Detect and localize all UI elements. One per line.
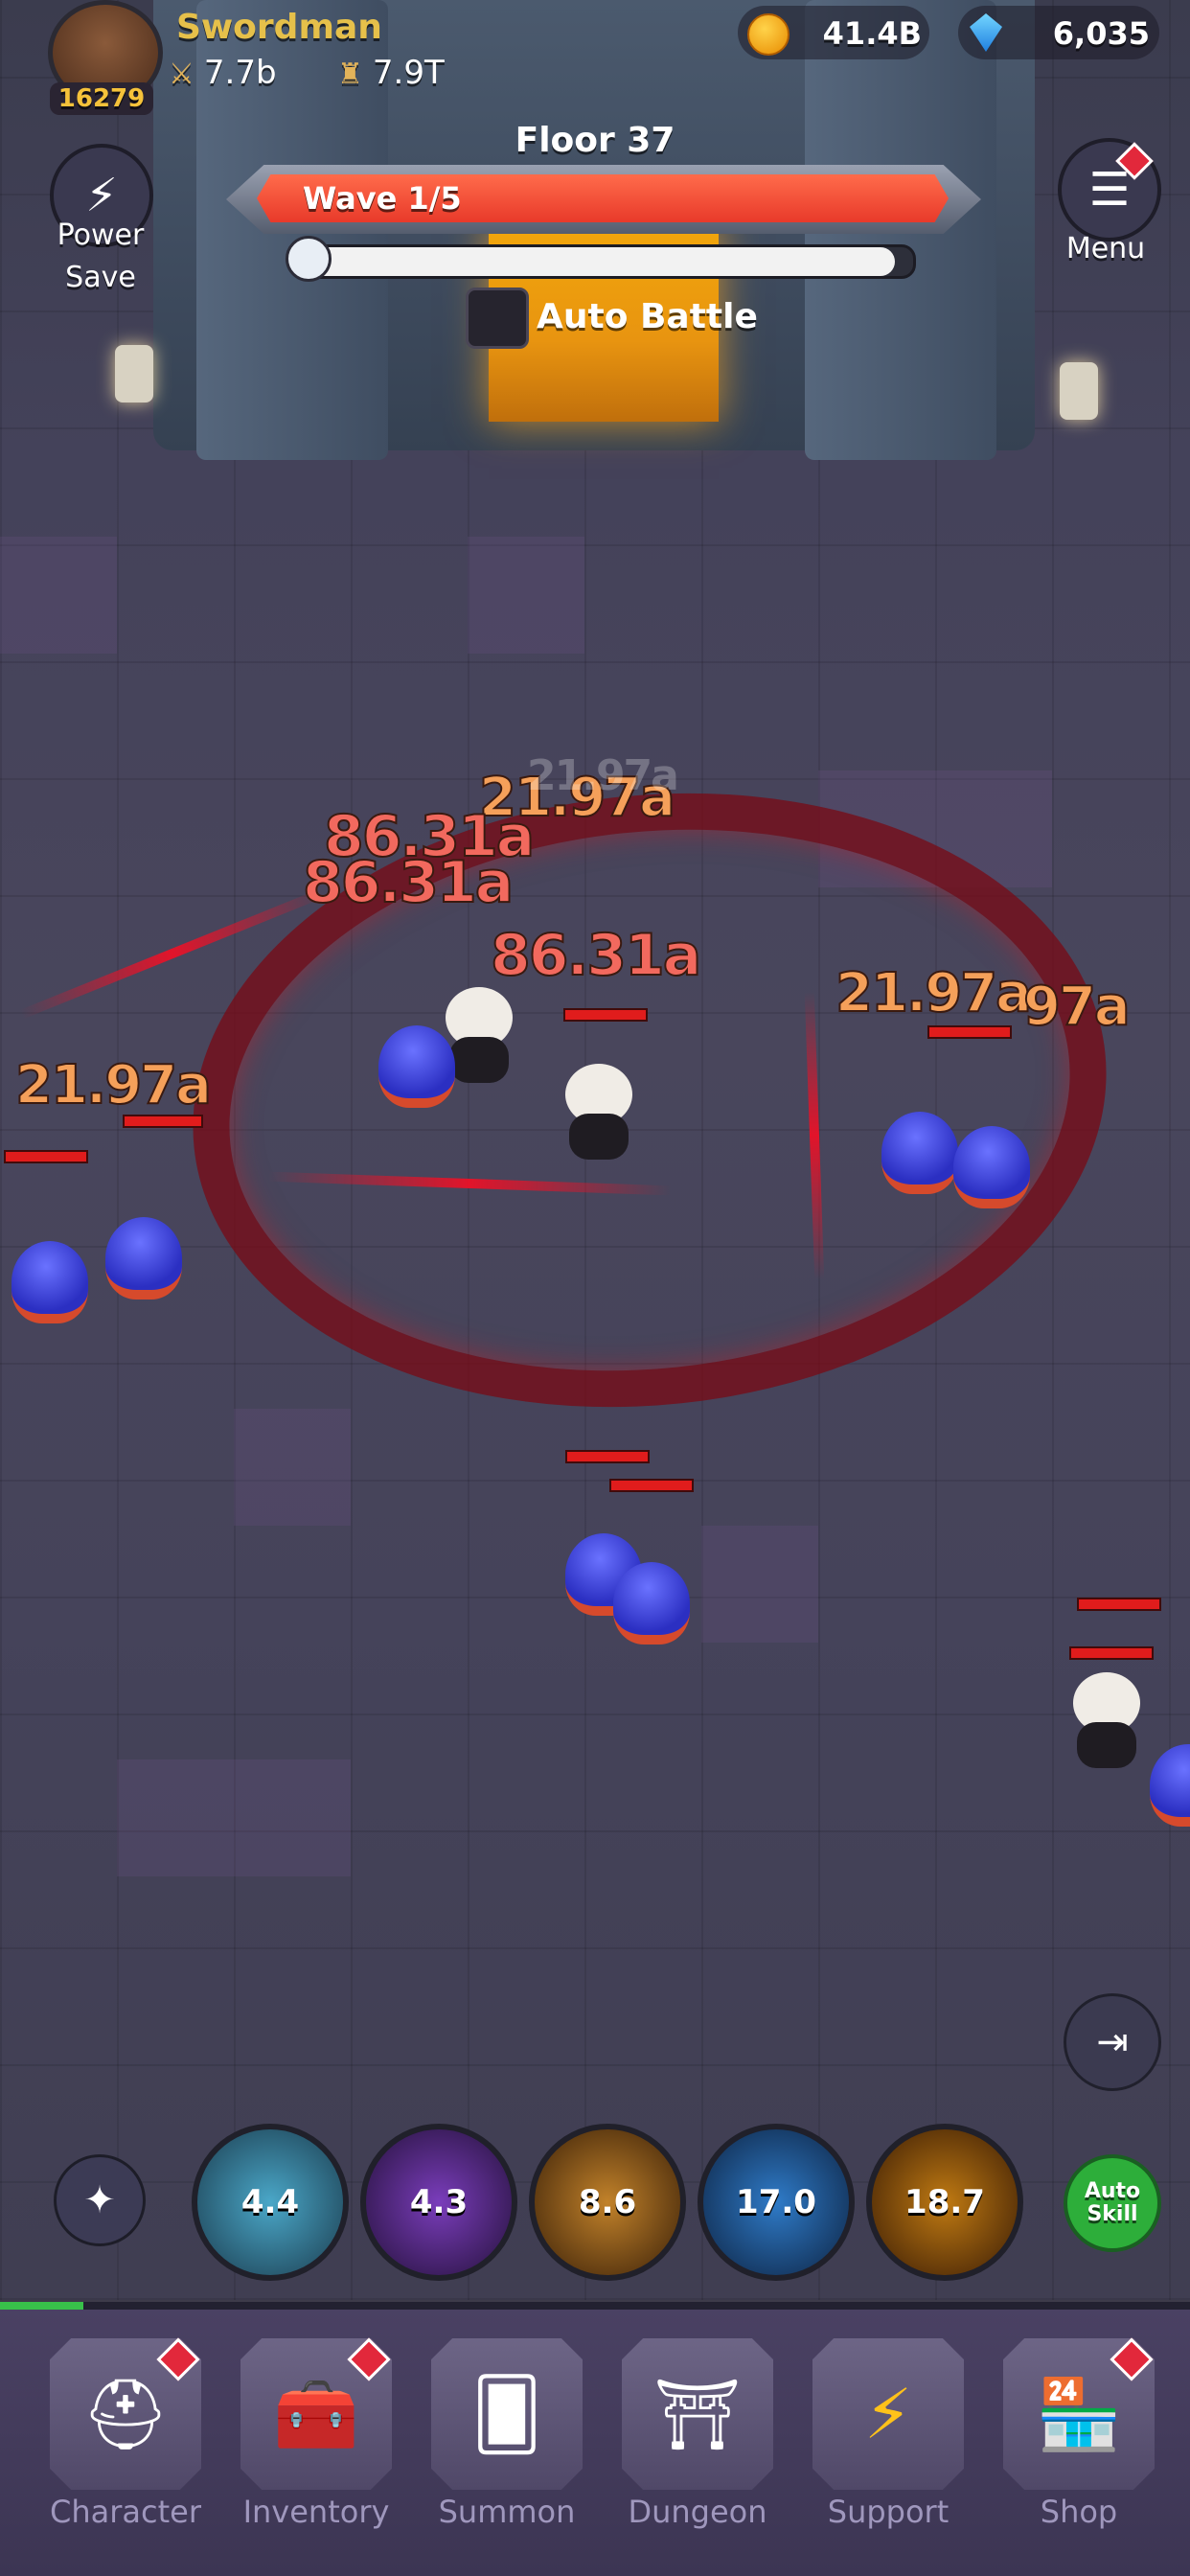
skill-slot-1[interactable]: 4.4 bbox=[192, 2124, 349, 2281]
candle bbox=[1060, 362, 1098, 420]
summon-card-icon: 🂠 bbox=[431, 2338, 583, 2490]
defense-value: 7.9T bbox=[372, 54, 445, 92]
floor-title: Floor 37 bbox=[515, 121, 675, 160]
player-level: 16279 bbox=[50, 82, 153, 115]
skill-slot-3[interactable]: 8.6 bbox=[529, 2124, 686, 2281]
damage-number: 21.97a bbox=[14, 1053, 213, 1117]
enemy-slime bbox=[881, 1112, 958, 1194]
player-class-name: Swordman bbox=[176, 8, 382, 47]
enemy-hp-bar bbox=[1069, 1646, 1154, 1660]
damage-number: 21.97a bbox=[835, 961, 1033, 1025]
gem-icon bbox=[970, 13, 1002, 52]
sword-icon: ⚔ bbox=[169, 58, 195, 91]
nav-label: Shop bbox=[1040, 2494, 1118, 2530]
skill-cooldown: 17.0 bbox=[736, 2183, 816, 2221]
nav-support[interactable]: ⚡ Support bbox=[807, 2338, 970, 2530]
skill-cooldown: 4.4 bbox=[240, 2183, 300, 2221]
floor-tile bbox=[234, 1409, 351, 1526]
enemy-hp-bar bbox=[4, 1150, 88, 1163]
enemy-hp-bar bbox=[1077, 1598, 1161, 1611]
damage-number: 86.31a bbox=[302, 848, 515, 917]
skill-slot-4[interactable]: 17.0 bbox=[698, 2124, 855, 2281]
nav-label: Dungeon bbox=[628, 2494, 767, 2530]
enemy-hp-bar bbox=[609, 1479, 694, 1492]
hero-character bbox=[1064, 1672, 1150, 1778]
wave-timer-bar bbox=[305, 244, 916, 279]
gold-value: 41.4B bbox=[822, 15, 922, 52]
floor-tile bbox=[117, 1760, 351, 1876]
enemy-hp-bar bbox=[123, 1115, 203, 1128]
auto-battle-checkbox[interactable] bbox=[466, 288, 529, 349]
nav-character[interactable]: ⛑ Character bbox=[44, 2337, 207, 2530]
attack-value: 7.7b bbox=[203, 54, 277, 92]
enemy-slime bbox=[105, 1217, 182, 1300]
lightning-icon: ⚡ bbox=[812, 2338, 964, 2490]
nav-shop[interactable]: 🏪 Shop bbox=[997, 2337, 1160, 2530]
hero-character bbox=[556, 1064, 642, 1169]
floor-tile bbox=[468, 537, 584, 654]
armor-icon: ♜ bbox=[337, 58, 363, 91]
enemy-slime bbox=[11, 1241, 88, 1323]
skill-slot-5[interactable]: 18.7 bbox=[866, 2124, 1023, 2281]
dungeon-door-icon: ⛩ bbox=[622, 2338, 773, 2490]
enemy-slime bbox=[1150, 1744, 1190, 1827]
floor-tile bbox=[0, 537, 117, 654]
auto-skill-button[interactable]: Auto Skill bbox=[1064, 2154, 1161, 2252]
gem-value: 6,035 bbox=[1052, 15, 1150, 52]
skill-cooldown: 4.3 bbox=[409, 2183, 469, 2221]
wave-timer-fill bbox=[308, 247, 896, 276]
sparkle-icon[interactable]: ✦ bbox=[54, 2154, 146, 2246]
battle-scene: 21.97a 86.31a 86.31a 86.31a 21.97a 21.97… bbox=[0, 0, 1190, 2300]
coin-icon bbox=[747, 13, 790, 56]
nav-dungeon[interactable]: ⛩ Dungeon bbox=[616, 2338, 779, 2530]
skill-slot-2[interactable]: 4.3 bbox=[360, 2124, 517, 2281]
candle bbox=[115, 345, 153, 402]
power-save-label: Power Save bbox=[57, 218, 145, 294]
wave-label: Wave 1/5 bbox=[303, 180, 462, 217]
stage-progress-bar bbox=[0, 2302, 1190, 2310]
nav-inventory[interactable]: 🧰 Inventory bbox=[235, 2337, 398, 2530]
nav-label: Support bbox=[827, 2494, 950, 2530]
skill-cooldown: 18.7 bbox=[904, 2183, 985, 2221]
nav-summon[interactable]: 🂠 Summon bbox=[425, 2338, 588, 2530]
enemy-hp-bar bbox=[563, 1008, 648, 1022]
nav-label: Inventory bbox=[242, 2494, 390, 2530]
nav-label: Character bbox=[50, 2494, 201, 2530]
enemy-hp-bar bbox=[565, 1450, 650, 1463]
gem-counter: 6,035 bbox=[958, 6, 1159, 59]
enemy-hp-bar bbox=[927, 1025, 1012, 1039]
attack-stat: ⚔ 7.7b bbox=[169, 54, 277, 92]
auto-skill-label: Auto Skill bbox=[1084, 2179, 1141, 2226]
damage-number: 97a bbox=[1022, 975, 1132, 1039]
floor-tile bbox=[701, 1526, 818, 1643]
enemy-slime bbox=[953, 1126, 1030, 1208]
stage-progress-fill bbox=[0, 2302, 83, 2310]
enemy-slime bbox=[378, 1025, 455, 1108]
nav-label: Summon bbox=[438, 2494, 576, 2530]
damage-number: 21.97a bbox=[527, 751, 679, 800]
auto-battle-label: Auto Battle bbox=[537, 297, 758, 336]
exit-icon[interactable]: ⇥ bbox=[1064, 1993, 1161, 2091]
stopwatch-icon bbox=[286, 236, 332, 282]
list-icon: ☰ bbox=[1088, 163, 1131, 217]
defense-stat: ♜ 7.9T bbox=[337, 54, 445, 92]
menu-label: Menu bbox=[1065, 232, 1146, 265]
skill-cooldown: 8.6 bbox=[578, 2183, 637, 2221]
damage-number: 86.31a bbox=[490, 921, 702, 990]
gold-counter: 41.4B bbox=[738, 6, 929, 59]
enemy-slime bbox=[613, 1562, 690, 1644]
